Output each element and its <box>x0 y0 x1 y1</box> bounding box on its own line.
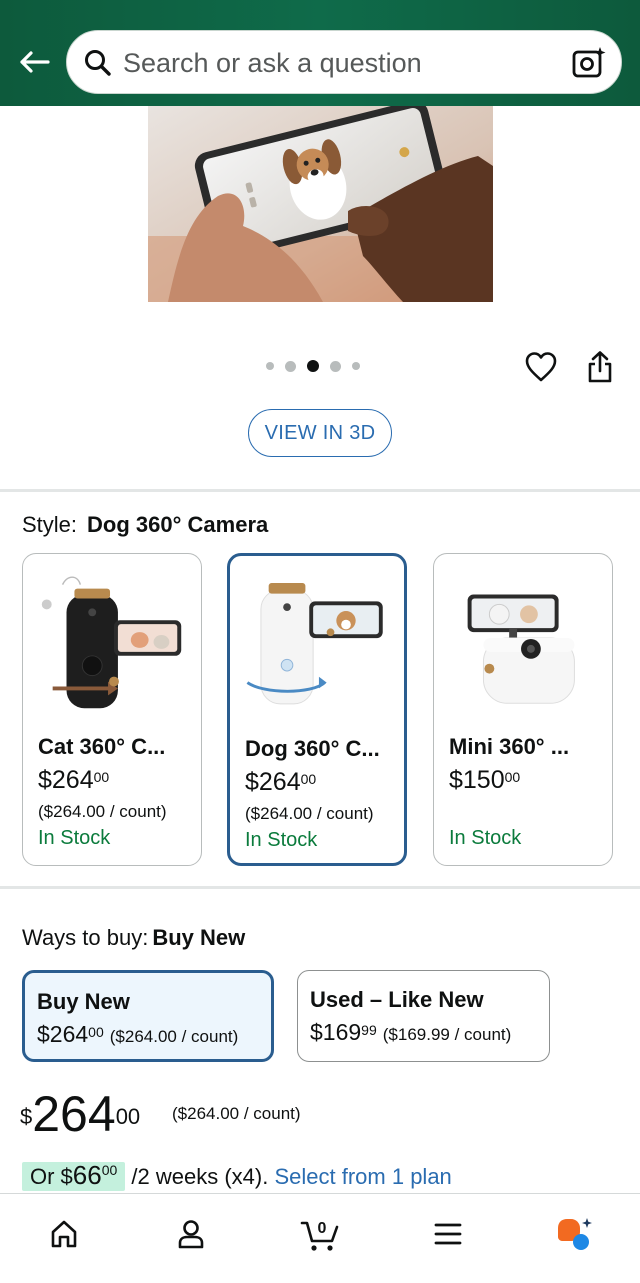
carousel-dot[interactable] <box>266 362 274 370</box>
style-label: Style: <box>22 512 78 537</box>
search-bar[interactable] <box>66 30 622 94</box>
buy-option-title: Buy New <box>37 989 130 1014</box>
main-price: $26400 <box>20 1086 141 1142</box>
buy-option-price: $26400 ($264.00 / count) <box>37 1021 239 1047</box>
buy-new-option[interactable]: Buy New $26400 ($264.00 / count) <box>22 970 274 1062</box>
heart-icon[interactable] <box>524 350 558 384</box>
section-divider <box>0 489 640 492</box>
bottom-navigation: 0 <box>0 1193 640 1283</box>
view-in-3d-button[interactable]: VIEW IN 3D <box>248 409 392 457</box>
nav-menu[interactable] <box>428 1214 468 1254</box>
style-option-stock: In Stock <box>449 827 522 849</box>
style-option-card-selected[interactable]: Dog 360° C... $26400 ($264.00 / count) I… <box>227 553 407 866</box>
cart-count: 0 <box>318 1220 327 1237</box>
style-option-name: Cat 360° C... <box>38 734 166 759</box>
plan-amount-highlight: Or $6600 <box>22 1160 126 1191</box>
style-option-name: Mini 360° ... <box>449 734 570 759</box>
carousel-dot-active[interactable] <box>307 360 319 372</box>
back-button[interactable] <box>14 44 54 80</box>
image-carousel-dots <box>266 360 360 372</box>
style-option-price: $15000 <box>449 766 521 794</box>
carousel-dot[interactable] <box>285 360 296 372</box>
main-unit-price: ($264.00 / count) <box>172 1104 301 1123</box>
product-image[interactable] <box>148 106 493 302</box>
cat-camera-thumbnail <box>41 576 182 709</box>
nav-cart[interactable]: 0 <box>300 1214 340 1254</box>
style-option-stock: In Stock <box>245 829 318 851</box>
nav-assistant[interactable] <box>554 1214 594 1254</box>
search-input[interactable] <box>123 43 543 83</box>
home-icon <box>51 1220 77 1248</box>
style-option-card[interactable]: Cat 360° C... $26400 ($264.00 / count) I… <box>22 553 202 866</box>
buy-option-title: Used – Like New <box>310 987 484 1012</box>
used-like-new-option[interactable]: Used – Like New $16999 ($169.99 / count) <box>297 970 550 1062</box>
buy-option-price: $16999 ($169.99 / count) <box>310 1019 512 1045</box>
style-option-unit-price: ($264.00 / count) <box>245 804 374 823</box>
camera-lens-icon[interactable] <box>571 45 607 81</box>
cart-icon: 0 <box>300 1220 339 1251</box>
ways-value: Buy New <box>152 925 246 950</box>
carousel-dot[interactable] <box>352 362 360 370</box>
assistant-icon <box>558 1218 592 1250</box>
account-icon <box>178 1220 204 1249</box>
style-option-price: $26400 <box>245 768 317 796</box>
ways-to-buy-label: Ways to buy: Buy New <box>22 925 245 951</box>
back-arrow-icon <box>20 51 50 73</box>
style-option-unit-price: ($264.00 / count) <box>38 802 167 821</box>
nav-account[interactable] <box>171 1214 211 1254</box>
ways-label: Ways to buy: <box>22 925 149 950</box>
select-plan-link[interactable]: Select from 1 plan <box>274 1164 451 1189</box>
style-option-stock: In Stock <box>38 827 111 849</box>
carousel-dot[interactable] <box>330 360 341 372</box>
menu-icon <box>434 1223 462 1245</box>
style-option-price: $26400 <box>38 766 110 794</box>
dog-camera-thumbnail <box>246 583 383 705</box>
top-header <box>0 0 640 106</box>
style-value: Dog 360° Camera <box>87 512 269 537</box>
style-selection-label: Style: Dog 360° Camera <box>22 512 268 538</box>
search-icon <box>85 50 111 76</box>
product-photo <box>148 106 493 302</box>
style-option-name: Dog 360° C... <box>245 736 380 761</box>
plan-term: /2 weeks (x4). <box>131 1164 269 1189</box>
mini-camera-thumbnail <box>467 594 575 704</box>
style-option-card[interactable]: Mini 360° ... $15000 In Stock <box>433 553 613 866</box>
section-divider <box>0 886 640 889</box>
share-icon[interactable] <box>586 350 614 384</box>
nav-home[interactable] <box>44 1214 84 1254</box>
payment-plan-line: Or $6600 /2 weeks (x4). Select from 1 pl… <box>22 1160 452 1191</box>
